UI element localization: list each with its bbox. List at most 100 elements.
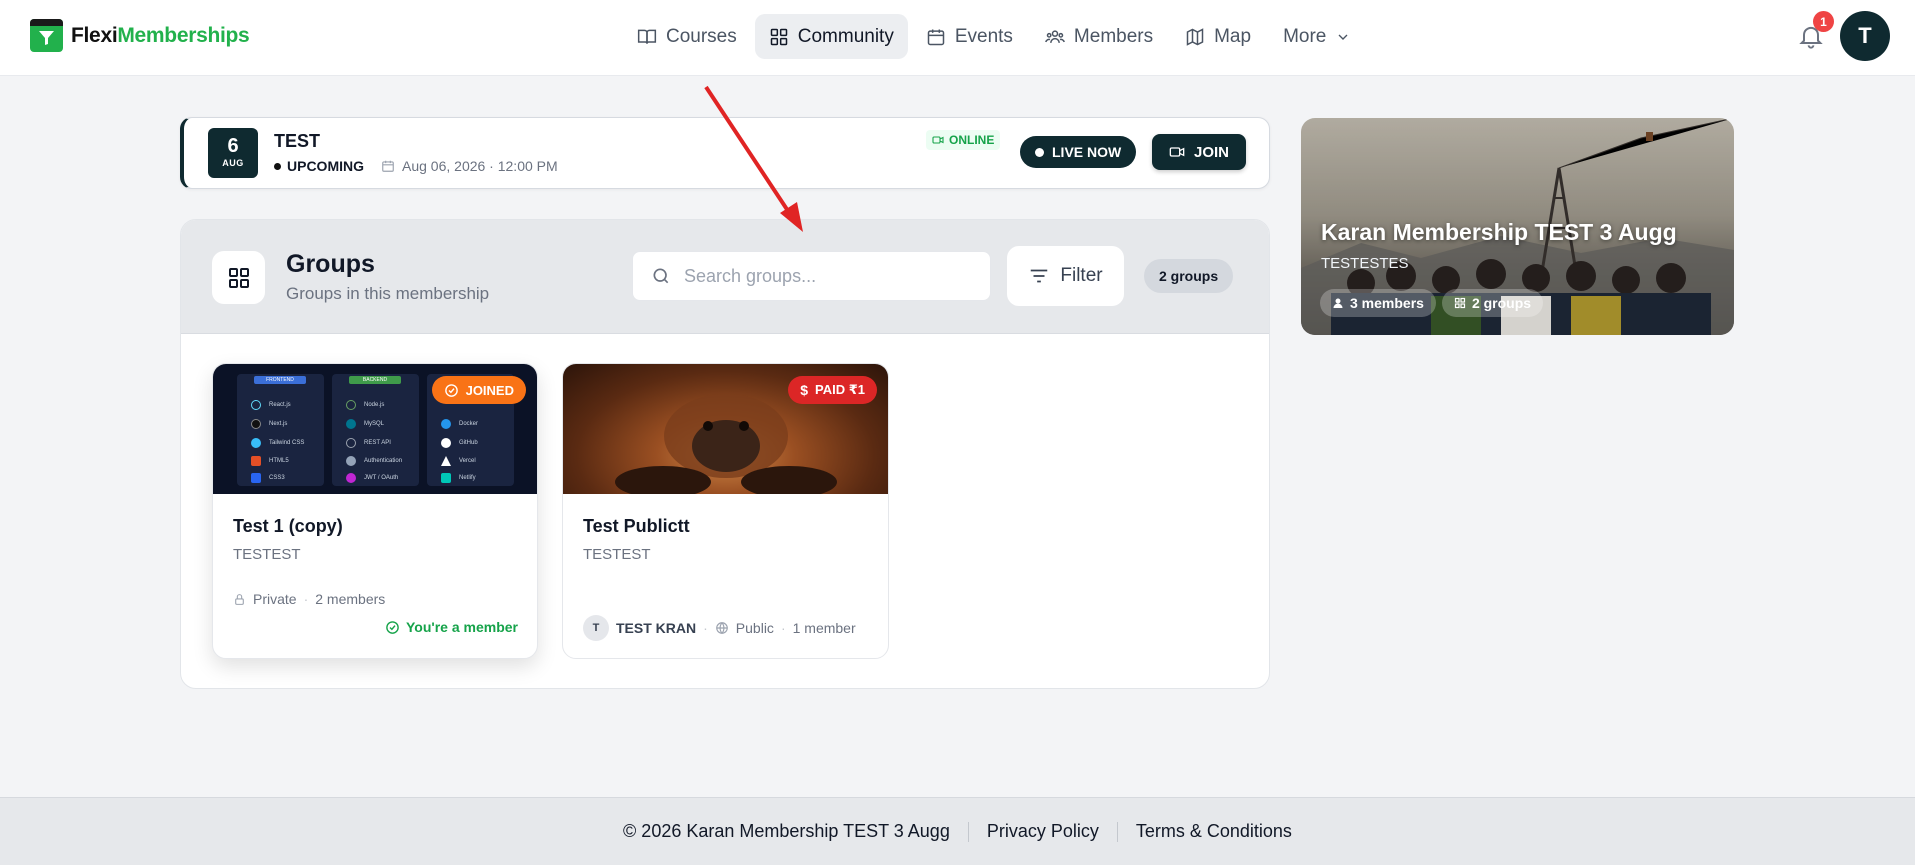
nav-members-label: Members	[1073, 25, 1154, 47]
check-circle-icon	[386, 620, 399, 634]
membership-card[interactable]: Karan Membership TEST 3 Augg TESTESTES 3…	[1301, 118, 1734, 335]
membership-subtitle: TESTESTES	[1321, 255, 1409, 272]
book-open-icon	[637, 29, 657, 44]
member-status-label: You're a member	[406, 619, 518, 635]
user-avatar[interactable]: T	[1840, 11, 1890, 61]
filter-button[interactable]: Filter	[1007, 246, 1124, 306]
tech-item: GitHub	[441, 438, 478, 448]
join-label: JOIN	[1194, 143, 1230, 161]
nav-events[interactable]: Events	[912, 14, 1027, 59]
event-date-box: 6 AUG	[208, 128, 258, 178]
membership-title: Karan Membership TEST 3 Augg	[1321, 219, 1677, 245]
frontend-tag: FRONTEND	[254, 376, 306, 384]
lock-icon	[235, 593, 244, 605]
groups-subtitle: Groups in this membership	[286, 284, 490, 303]
members-chip-label: 3 members	[1350, 295, 1424, 311]
video-icon	[1169, 147, 1185, 157]
tech-item: React.js	[251, 400, 291, 410]
groups-grid-icon	[212, 251, 265, 304]
search-icon	[653, 268, 669, 284]
group-card[interactable]: $ PAID ₹1 Test Publictt TESTEST T TEST K…	[562, 363, 889, 659]
joined-badge: JOINED	[431, 376, 526, 404]
tech-item: Netlify	[441, 473, 476, 483]
nav-more-label: More	[1283, 25, 1327, 47]
tech-item: REST API	[346, 438, 391, 448]
event-datetime: Aug 06, 2026 · 12:00 PM	[381, 158, 558, 174]
tech-item: CSS3	[251, 473, 285, 483]
nav-events-label: Events	[954, 25, 1013, 47]
nav-map[interactable]: Map	[1171, 14, 1265, 59]
event-datetime-text: Aug 06, 2026 · 12:00 PM	[402, 158, 558, 174]
tech-item: Authentication	[346, 456, 402, 466]
paid-badge: $ PAID ₹1	[788, 376, 877, 404]
grid-icon	[1454, 297, 1466, 309]
footer-divider	[1116, 821, 1118, 842]
tech-item: Next.js	[251, 419, 287, 429]
group-name: Test 1 (copy)	[233, 516, 343, 536]
chevron-down-icon	[1338, 34, 1348, 40]
video-icon	[932, 136, 944, 144]
tech-item: MySQL	[346, 419, 384, 429]
group-members-count: 2 members	[315, 591, 386, 607]
meta-separator: ·	[303, 591, 309, 607]
live-dot-icon	[1035, 147, 1044, 157]
tech-item: Vercel	[441, 456, 476, 466]
grid-icon	[770, 28, 787, 45]
search-groups-input[interactable]: Search groups...	[632, 251, 991, 301]
privacy-policy-link[interactable]: Privacy Policy	[987, 821, 1099, 842]
event-title: TEST	[274, 131, 321, 151]
nav-more[interactable]: More	[1269, 14, 1365, 59]
meta-separator: ·	[780, 620, 786, 636]
event-day: 6	[227, 135, 239, 157]
brand-name: FlexiMemberships	[71, 23, 250, 47]
dollar-icon: $	[800, 382, 809, 398]
filter-label: Filter	[1060, 265, 1103, 286]
online-label: ONLINE	[949, 133, 995, 147]
footer-divider	[967, 821, 969, 842]
map-icon	[1186, 27, 1204, 46]
search-placeholder: Search groups...	[684, 265, 817, 286]
upcoming-event-banner[interactable]: 6 AUG TEST UPCOMING Aug 06, 2026 · 12:00…	[180, 117, 1270, 189]
logo-icon	[30, 19, 63, 52]
tech-item: Node.js	[346, 400, 384, 410]
membership-stats: 3 members 2 groups	[1320, 289, 1544, 317]
online-badge: ONLINE	[926, 130, 1001, 150]
status-dot-icon	[274, 162, 281, 170]
brand-logo[interactable]: FlexiMemberships	[30, 19, 250, 52]
nav-members[interactable]: Members	[1031, 14, 1167, 59]
calendar-icon	[382, 160, 394, 172]
users-icon	[1045, 29, 1065, 43]
group-description: TESTEST	[583, 546, 651, 563]
groups-chip-label: 2 groups	[1471, 295, 1532, 311]
nav-community[interactable]: Community	[754, 14, 908, 59]
meta-separator: ·	[703, 620, 708, 636]
footer-copyright: © 2026 Karan Membership TEST 3 Augg	[623, 821, 950, 841]
member-status: You're a member	[385, 619, 518, 635]
group-meta: Private · 2 members	[233, 591, 385, 607]
backend-tag: BACKEND	[349, 376, 401, 384]
group-description: TESTEST	[233, 546, 301, 563]
nav-courses[interactable]: Courses	[623, 14, 751, 59]
tech-item: Docker	[441, 419, 478, 429]
tech-item: HTML5	[251, 456, 289, 466]
user-icon	[1333, 298, 1343, 308]
globe-icon	[715, 622, 728, 634]
members-chip: 3 members	[1320, 289, 1436, 317]
group-card[interactable]: FRONTEND React.js Next.js Tailwind CSS H…	[212, 363, 538, 659]
nav-community-label: Community	[797, 25, 894, 47]
filter-icon	[1031, 269, 1048, 283]
join-event-button[interactable]: JOIN	[1152, 134, 1247, 170]
group-privacy: Private	[253, 591, 297, 607]
groups-count-badge: 2 groups	[1144, 259, 1234, 293]
group-name: Test Publictt	[583, 516, 690, 536]
terms-link[interactable]: Terms & Conditions	[1136, 821, 1292, 842]
tech-column: BACKEND Node.js MySQL REST API Authentic…	[332, 374, 419, 486]
live-now-button[interactable]: LIVE NOW	[1020, 136, 1137, 168]
group-members-count: 1 member	[792, 620, 856, 636]
tech-item: Tailwind CSS	[251, 438, 304, 448]
page-footer: © 2026 Karan Membership TEST 3 Augg Priv…	[0, 797, 1915, 865]
nav-courses-label: Courses	[666, 25, 737, 47]
tech-item: JWT / OAuth	[346, 473, 398, 483]
nav-map-label: Map	[1214, 25, 1252, 47]
groups-title: Groups	[286, 250, 375, 278]
